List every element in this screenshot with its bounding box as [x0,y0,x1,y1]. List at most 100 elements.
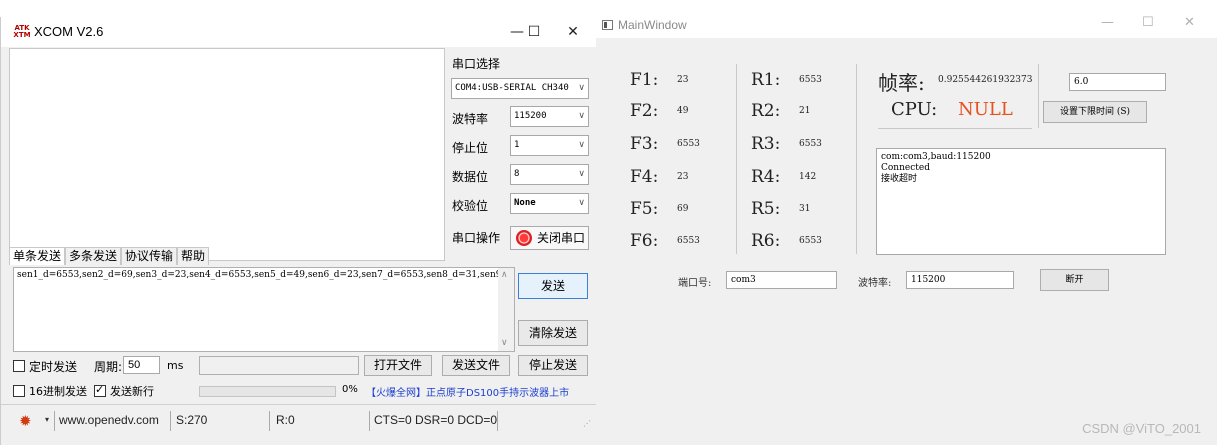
tab-single-send[interactable]: 单条发送 [9,247,66,265]
main-window-title: MainWindow [618,18,687,32]
chevron-down-icon: ∨ [578,198,585,208]
period-unit: ms [167,359,184,372]
port-number-label: 端口号: [678,278,712,289]
status-divider [269,411,270,431]
status-line-signals: CTS=0 DSR=0 DCD=0 [374,413,498,427]
parity-value: None [514,198,536,208]
f4-value: 23 [677,172,689,182]
serial-select-label: 串口选择 [452,57,501,71]
send-button[interactable]: 发送 [518,273,588,299]
gear-icon[interactable]: ✹ [19,412,32,430]
file-path-input[interactable] [199,356,359,375]
maximize-button[interactable]: ☐ [1142,15,1154,30]
r1-value: 6553 [799,75,822,85]
r4-label: R4: [751,167,781,187]
f1-label: F1: [630,70,659,90]
data-bit-value: 8 [514,169,520,179]
tab-help[interactable]: 帮助 [177,247,210,265]
stop-send-button[interactable]: 停止发送 [518,355,588,376]
baud-label: 波特率 [452,112,489,126]
parity-label: 校验位 [452,199,489,213]
xcom-window: ATK XTM XCOM V2.6 — ☐ ✕ 串口选择 COM4:USB-SER… [0,17,597,445]
open-file-button[interactable]: 打开文件 [364,355,432,376]
limit-time-input[interactable]: 6.0 [1069,73,1166,91]
baud-rate-input[interactable]: 115200 [906,271,1014,289]
r1-label: R1: [751,70,781,90]
timed-send-label: 定时发送 [29,360,78,374]
timed-send-checkbox[interactable] [13,360,25,372]
tab-protocol[interactable]: 协议传输 [121,247,178,265]
window-icon [602,20,613,30]
close-button[interactable]: ✕ [561,21,585,43]
send-newline-label: 发送新行 [110,385,154,398]
scroll-up-icon[interactable]: ∧ [501,270,508,281]
send-textbox[interactable]: sen1_d=6553,sen2_d=69,sen3_d=23,sen4_d=6… [13,267,515,352]
cpu-value: NULL [958,99,1013,120]
port-operation-label: 串口操作 [452,231,501,245]
chevron-down-icon: ∨ [578,140,585,150]
f5-label: F5: [630,199,659,219]
cpu-underline [878,128,1032,129]
close-button[interactable]: ✕ [1184,15,1195,30]
baud-select[interactable]: 115200 ∨ [510,106,589,127]
set-limit-time-button[interactable]: 设置下限时间 (S) [1043,101,1147,123]
column-divider [736,64,737,254]
tab-multi-send[interactable]: 多条发送 [65,247,122,265]
port-select[interactable]: COM4:USB-SERIAL CH340 ∨ [451,78,589,99]
status-received-count: R:0 [276,413,295,427]
minimize-button[interactable]: — [1101,15,1114,30]
chevron-down-icon: ∨ [578,169,585,179]
status-divider [369,411,370,431]
baud-rate-label: 波特率: [858,278,892,289]
r4-value: 142 [799,172,817,182]
scroll-down-icon[interactable]: ∨ [501,338,508,349]
r3-label: R3: [751,134,781,154]
status-divider [170,411,171,431]
xcom-logo: ATK XTM [13,24,31,39]
stop-bit-select[interactable]: 1 ∨ [510,135,589,156]
resize-grip-icon[interactable]: ⋰ [583,419,591,428]
status-divider [497,411,498,431]
column-divider [856,64,857,254]
f3-value: 6553 [677,139,700,149]
main-window-titlebar: MainWindow — ☐ ✕ [596,0,1217,38]
data-bit-label: 数据位 [452,170,489,184]
send-newline-checkbox[interactable] [94,383,106,397]
close-port-button[interactable]: 关闭串口 [510,226,589,250]
r5-value: 31 [799,204,811,214]
ad-link[interactable]: 【火爆全网】正点原子DS100手持示波器上市 [366,384,569,399]
progress-text: 0% [342,384,358,395]
status-led-icon [516,230,532,246]
status-url[interactable]: www.openedv.com [59,413,159,427]
receive-area[interactable] [9,48,445,261]
fps-divider [1038,64,1039,128]
watermark: CSDN @ViTO_2001 [1082,421,1201,436]
hex-send-checkbox[interactable] [13,385,25,397]
stop-bit-label: 停止位 [452,141,489,155]
parity-select[interactable]: None ∨ [510,193,589,214]
f4-label: F4: [630,167,659,187]
hex-send-label: 16进制发送 [29,385,87,398]
clear-send-button[interactable]: 清除发送 [518,320,588,346]
maximize-button[interactable]: ☐ [522,21,546,43]
f6-value: 6553 [677,236,700,246]
fps-value: 0.925544261932373 [938,75,1033,85]
send-text: sen1_d=6553,sen2_d=69,sen3_d=23,sen4_d=6… [17,270,514,280]
log-textbox[interactable]: com:com3,baud:115200 Connected 接收超时 [876,148,1166,255]
r6-label: R6: [751,231,781,251]
progress-bar [199,386,336,397]
status-divider [54,411,55,431]
period-input[interactable]: 50 [123,356,160,374]
log-line: Connected [881,163,930,173]
f2-label: F2: [630,101,659,121]
port-number-input[interactable]: com3 [726,271,837,289]
dropdown-arrow-icon[interactable]: ▾ [45,415,49,424]
fps-label: 帧率: [878,71,925,95]
status-sent-count: S:270 [176,413,208,427]
data-bit-select[interactable]: 8 ∨ [510,164,589,185]
port-select-value: COM4:USB-SERIAL CH340 [455,83,569,93]
send-scrollbar[interactable]: ∧ ∨ [498,268,514,351]
disconnect-button[interactable]: 断开 [1040,269,1109,291]
send-file-button[interactable]: 发送文件 [442,355,510,376]
chevron-down-icon: ∨ [578,111,585,121]
